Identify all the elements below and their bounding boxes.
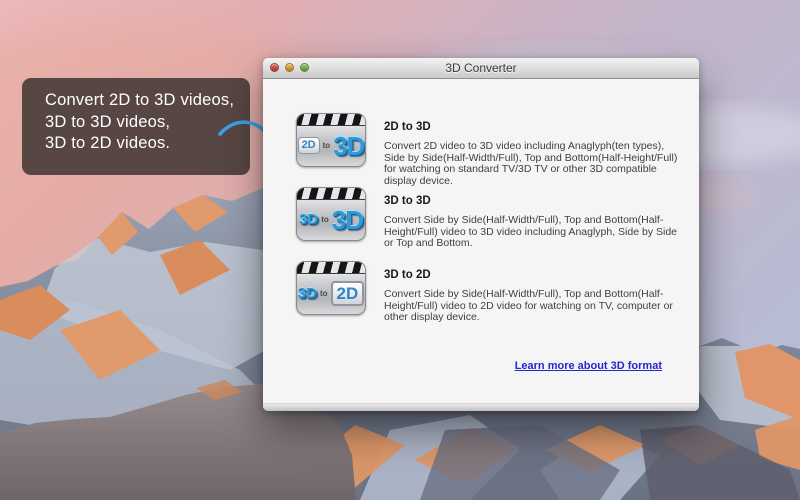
app-window: 3D Converter 2D to 3D 2D to 3D Convert 2… <box>263 58 699 411</box>
learn-more-link[interactable]: Learn more about 3D format <box>515 360 662 372</box>
callout-line-1: Convert 2D to 3D videos, <box>45 91 235 109</box>
zoom-button[interactable] <box>300 63 309 72</box>
mode-row-2d-to-3d[interactable]: 2D to 3D 2D to 3D Convert 2D video to 3D… <box>296 113 687 187</box>
minimize-button[interactable] <box>285 63 294 72</box>
mode-row-3d-to-3d[interactable]: 3D to 3D 3D to 3D Convert Side by Side(H… <box>296 187 687 250</box>
icon-to-word: to <box>319 289 328 298</box>
icon-face: 3D to 2D <box>297 273 365 314</box>
conversion-icon-3d-to-2d[interactable]: 3D to 2D <box>296 261 366 315</box>
icon-to-label: 3D <box>331 204 364 235</box>
mode-title: 3D to 2D <box>384 269 431 281</box>
icon-to-label: 3D <box>333 130 365 161</box>
mode-text-block: 3D to 3D Convert Side by Side(Half-Width… <box>384 187 687 250</box>
close-button[interactable] <box>270 63 279 72</box>
window-content: 2D to 3D 2D to 3D Convert 2D video to 3D… <box>263 79 699 403</box>
window-bottom-bar <box>263 403 699 411</box>
icon-from-label: 2D <box>297 137 320 154</box>
icon-from-label: 3D <box>297 285 317 302</box>
window-titlebar[interactable]: 3D Converter <box>263 58 699 79</box>
icon-to-label: 2D <box>330 281 365 306</box>
mode-title: 2D to 3D <box>384 121 431 133</box>
window-title: 3D Converter <box>445 61 517 75</box>
conversion-icon-2d-to-3d[interactable]: 2D to 3D <box>296 113 366 167</box>
mode-description: Convert Side by Side(Half-Width/Full), T… <box>384 214 678 249</box>
mode-description: Convert 2D video to 3D video including A… <box>384 140 678 187</box>
icon-to-word: to <box>321 215 329 224</box>
icon-face: 2D to 3D <box>297 125 365 166</box>
icon-face: 3D to 3D <box>297 199 365 240</box>
icon-to-word: to <box>322 141 331 150</box>
conversion-icon-3d-to-3d[interactable]: 3D to 3D <box>296 187 366 241</box>
window-controls <box>270 63 309 72</box>
icon-from-label: 3D <box>299 211 319 228</box>
mode-description: Convert Side by Side(Half-Width/Full), T… <box>384 288 673 323</box>
mode-row-3d-to-2d[interactable]: 3D to 2D 3D to 2D Convert Side by Side(H… <box>296 261 687 324</box>
mode-text-block: 3D to 2D Convert Side by Side(Half-Width… <box>384 261 687 324</box>
mode-title: 3D to 3D <box>384 195 431 207</box>
mode-text-block: 2D to 3D Convert 2D video to 3D video in… <box>384 113 687 187</box>
